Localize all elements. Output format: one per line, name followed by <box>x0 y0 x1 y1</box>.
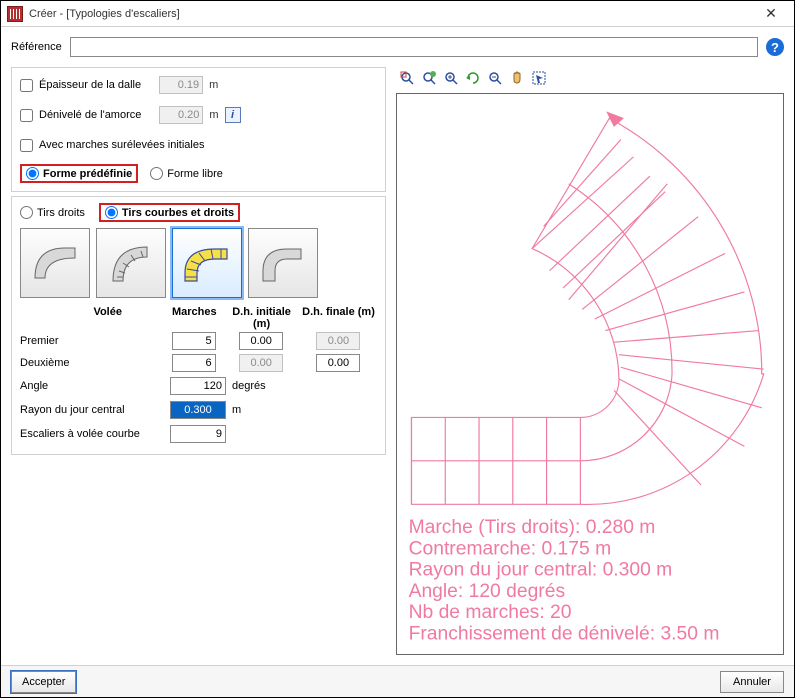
zoom-out-icon[interactable] <box>486 69 504 87</box>
accept-button[interactable]: Accepter <box>11 671 76 693</box>
straight-flight-label: Tirs droits <box>37 207 85 219</box>
predef-form-radio[interactable] <box>26 167 39 180</box>
curved-steps-value[interactable] <box>170 425 226 443</box>
form-type-row: Forme prédéfinie Forme libre <box>20 164 377 183</box>
straight-flight-radio[interactable] <box>20 206 33 219</box>
free-form-label: Forme libre <box>167 168 223 180</box>
start-offset-label: Dénivelé de l'amorce <box>39 109 141 121</box>
reference-label: Référence <box>11 41 62 53</box>
hdr-dhinit: D.h. initiale (m) <box>232 306 291 330</box>
hdr-dhfinal: D.h. finale (m) <box>302 306 375 318</box>
preview-area[interactable]: Marche (Tirs droits): 0.280 m Contremarc… <box>396 93 784 655</box>
curved-steps-label: Escaliers à volée courbe <box>20 428 140 440</box>
curved-flight-highlight: Tirs courbes et droits <box>99 203 240 222</box>
info-icon[interactable]: i <box>225 107 241 123</box>
row-deuxieme: Deuxième <box>20 352 377 374</box>
preview-toolbar <box>396 67 784 89</box>
free-form-radio[interactable] <box>150 167 163 180</box>
start-offset-unit: m <box>209 109 218 121</box>
info-line-4: Nb de marches: 20 <box>409 602 572 623</box>
footer: Accepter Annuler <box>1 665 794 697</box>
start-offset-row: Dénivelé de l'amorce m i <box>20 104 377 126</box>
rotate-icon[interactable] <box>464 69 482 87</box>
info-line-2: Rayon du jour central: 0.300 m <box>409 560 673 581</box>
thumb-2[interactable] <box>96 228 166 298</box>
thumb-3[interactable] <box>172 228 242 298</box>
radius-unit: m <box>232 404 241 416</box>
help-icon[interactable]: ? <box>766 38 784 56</box>
slab-thickness-unit: m <box>209 79 218 91</box>
param-header: Volée Marches D.h. initiale (m) D.h. fin… <box>20 306 377 330</box>
start-offset-checkbox[interactable] <box>20 109 33 122</box>
zoom-window-icon[interactable] <box>398 69 416 87</box>
angle-label: Angle <box>20 380 48 392</box>
raised-initial-checkbox[interactable] <box>20 139 33 152</box>
thumbnail-row <box>20 228 377 298</box>
radius-row: Rayon du jour central m <box>20 398 377 422</box>
zoom-extents-icon[interactable] <box>420 69 438 87</box>
right-pane: Marche (Tirs droits): 0.280 m Contremarc… <box>396 67 784 655</box>
row-premier: Premier <box>20 330 377 352</box>
predef-form-label: Forme prédéfinie <box>43 168 132 180</box>
options-group: Épaisseur de la dalle m Dénivelé de l'am… <box>11 67 386 192</box>
radius-label: Rayon du jour central <box>20 404 125 416</box>
row2-marches[interactable] <box>172 354 216 372</box>
slab-thickness-row: Épaisseur de la dalle m <box>20 74 377 96</box>
row1-marches[interactable] <box>172 332 216 350</box>
radius-value[interactable] <box>170 401 226 419</box>
reference-row: Référence ? <box>11 37 784 57</box>
curved-flight-radio[interactable] <box>105 206 118 219</box>
angle-row: Angle degrés <box>20 374 377 398</box>
zoom-in-icon[interactable] <box>442 69 460 87</box>
left-pane: Épaisseur de la dalle m Dénivelé de l'am… <box>11 67 386 655</box>
pan-icon[interactable] <box>508 69 526 87</box>
parameter-table: Volée Marches D.h. initiale (m) D.h. fin… <box>20 306 377 446</box>
slab-thickness-label: Épaisseur de la dalle <box>39 79 141 91</box>
row1-dhinit[interactable] <box>239 332 283 350</box>
row2-dhfinal[interactable] <box>316 354 360 372</box>
main-area: Épaisseur de la dalle m Dénivelé de l'am… <box>11 67 784 655</box>
titlebar: Créer - [Typologies d'escaliers] ✕ <box>1 1 794 27</box>
raised-initial-label: Avec marches surélevées initiales <box>39 139 204 151</box>
hdr-marches: Marches <box>172 306 217 318</box>
predef-form-highlight: Forme prédéfinie <box>20 164 138 183</box>
flight-group: Tirs droits Tirs courbes et droits <box>11 196 386 455</box>
row2-dhinit <box>239 354 283 372</box>
close-button[interactable]: ✕ <box>754 4 788 24</box>
content-area: Référence ? Épaisseur de la dalle m Déni… <box>1 27 794 665</box>
app-icon <box>7 6 23 22</box>
reference-input[interactable] <box>70 37 758 57</box>
thumb-1[interactable] <box>20 228 90 298</box>
hdr-volee: Volée <box>93 306 122 318</box>
window-title: Créer - [Typologies d'escaliers] <box>29 8 754 20</box>
row2-label: Deuxième <box>20 357 70 369</box>
info-line-3: Angle: 120 degrés <box>409 581 566 602</box>
info-line-5: Franchissement de dénivelé: 3.50 m <box>409 623 720 644</box>
row1-dhfinal <box>316 332 360 350</box>
curved-steps-row: Escaliers à volée courbe <box>20 422 377 446</box>
flight-type-row: Tirs droits Tirs courbes et droits <box>20 203 377 222</box>
slab-thickness-checkbox[interactable] <box>20 79 33 92</box>
thumb-4[interactable] <box>248 228 318 298</box>
raised-initial-row: Avec marches surélevées initiales <box>20 134 377 156</box>
cancel-button[interactable]: Annuler <box>720 671 784 693</box>
slab-thickness-value <box>159 76 203 94</box>
curved-flight-label: Tirs courbes et droits <box>122 207 234 219</box>
angle-unit: degrés <box>232 380 266 392</box>
row1-label: Premier <box>20 335 59 347</box>
info-line-0: Marche (Tirs droits): 0.280 m <box>409 517 656 538</box>
start-offset-value <box>159 106 203 124</box>
select-icon[interactable] <box>530 69 548 87</box>
info-line-1: Contremarche: 0.175 m <box>409 538 612 559</box>
angle-value[interactable] <box>170 377 226 395</box>
